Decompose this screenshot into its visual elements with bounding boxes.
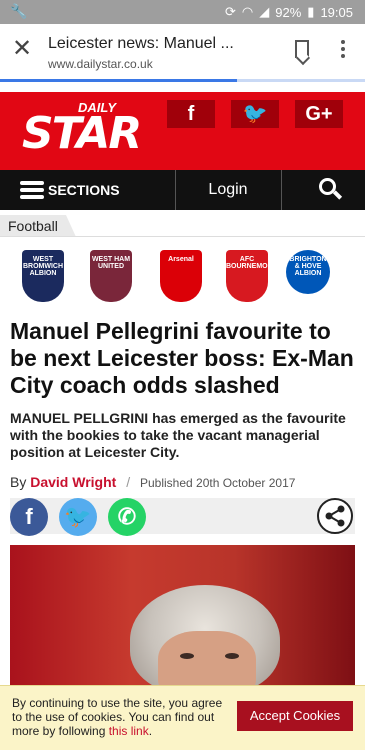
page-title[interactable]: Leicester news: Manuel ... — [48, 35, 234, 53]
photo-face — [158, 631, 256, 685]
logo-star-text: STAR — [22, 108, 142, 159]
author-link[interactable]: David Wright — [30, 474, 116, 490]
share-twitter-icon[interactable]: 🐦 — [59, 498, 97, 536]
crest-west-ham[interactable]: WEST HAM UNITED — [90, 250, 132, 302]
article-standfirst: MANUEL PELLGRINI has emerged as the favo… — [10, 410, 346, 460]
share-glyph — [325, 505, 345, 527]
google-plus-icon[interactable]: G+ — [295, 100, 343, 128]
page-url[interactable]: www.dailystar.co.uk — [48, 57, 153, 71]
byline-prefix: By — [10, 474, 27, 490]
accept-cookies-button[interactable]: Accept Cookies — [237, 701, 353, 731]
section-divider — [0, 236, 365, 237]
share-facebook-icon[interactable]: f — [10, 498, 48, 536]
browser-toolbar: ✕ Leicester news: Manuel ... www.dailyst… — [0, 24, 365, 80]
wrench-icon: 🔧 — [10, 3, 28, 19]
team-crests: WEST BROMWICH ALBION WEST HAM UNITED Ars… — [0, 250, 365, 306]
cookie-policy-link[interactable]: this link — [109, 724, 149, 738]
main-nav: SECTIONS Login — [0, 170, 365, 210]
signal-icon: ◢ — [259, 4, 270, 19]
crest-label: WEST BROMWICH ALBION — [22, 256, 64, 277]
facebook-icon[interactable]: f — [167, 100, 215, 128]
search-icon[interactable] — [319, 178, 343, 202]
article-byline: By David Wright / Published 20th October… — [10, 474, 295, 490]
crest-label: Arsenal — [168, 256, 194, 263]
battery-icon: ▮ — [307, 4, 315, 19]
crest-label: AFC BOURNEMOUTH — [226, 256, 268, 270]
hamburger-icon — [20, 178, 44, 202]
sections-menu-button[interactable]: SECTIONS — [20, 170, 120, 210]
cookie-message: By continuing to use the site, you agree… — [12, 696, 227, 738]
share-bar: f 🐦 ✆ — [10, 498, 355, 536]
page-load-progress — [0, 79, 365, 82]
site-masthead: DAILY STAR f 🐦 G+ — [0, 92, 365, 170]
battery-level: 92% — [275, 4, 302, 20]
article-headline: Manuel Pellegrini favourite to be next L… — [10, 318, 354, 398]
photo-eye — [180, 653, 194, 659]
photo-eye — [225, 653, 239, 659]
status-bar: 🔧 ⟳ ◠ ◢ 92% ▮ 19:05 — [0, 0, 365, 24]
cookie-banner: By continuing to use the site, you agree… — [0, 685, 365, 750]
crest-brighton[interactable]: BRIGHTON & HOVE ALBION — [286, 250, 330, 294]
close-tab-icon[interactable]: ✕ — [12, 37, 32, 61]
nav-divider — [281, 170, 282, 210]
article-hero-image[interactable] — [10, 545, 355, 685]
sections-label: SECTIONS — [48, 182, 120, 198]
crest-label: WEST HAM UNITED — [91, 256, 131, 270]
overflow-menu-icon[interactable] — [341, 40, 345, 61]
crest-arsenal[interactable]: Arsenal — [160, 250, 202, 302]
progress-fill — [0, 79, 238, 82]
crest-label: BRIGHTON & HOVE ALBION — [289, 256, 327, 277]
crest-bournemouth[interactable]: AFC BOURNEMOUTH — [226, 250, 268, 302]
cookie-text-end: . — [148, 724, 153, 738]
share-whatsapp-icon[interactable]: ✆ — [108, 498, 146, 536]
status-icons: ⟳ ◠ ◢ 92% ▮ 19:05 — [225, 4, 353, 20]
login-button[interactable]: Login — [175, 170, 281, 210]
share-icon[interactable] — [317, 498, 353, 534]
byline-separator: / — [126, 474, 131, 490]
sync-icon: ⟳ — [225, 4, 236, 19]
wifi-icon: ◠ — [241, 4, 254, 19]
crest-west-brom[interactable]: WEST BROMWICH ALBION — [22, 250, 64, 302]
bookmark-icon[interactable] — [295, 40, 309, 58]
twitter-icon[interactable]: 🐦 — [231, 100, 279, 128]
daily-star-logo[interactable]: DAILY STAR — [22, 98, 142, 162]
section-tab-football[interactable]: Football — [0, 215, 76, 237]
publish-date: Published 20th October 2017 — [139, 476, 296, 490]
clock: 19:05 — [320, 4, 353, 20]
